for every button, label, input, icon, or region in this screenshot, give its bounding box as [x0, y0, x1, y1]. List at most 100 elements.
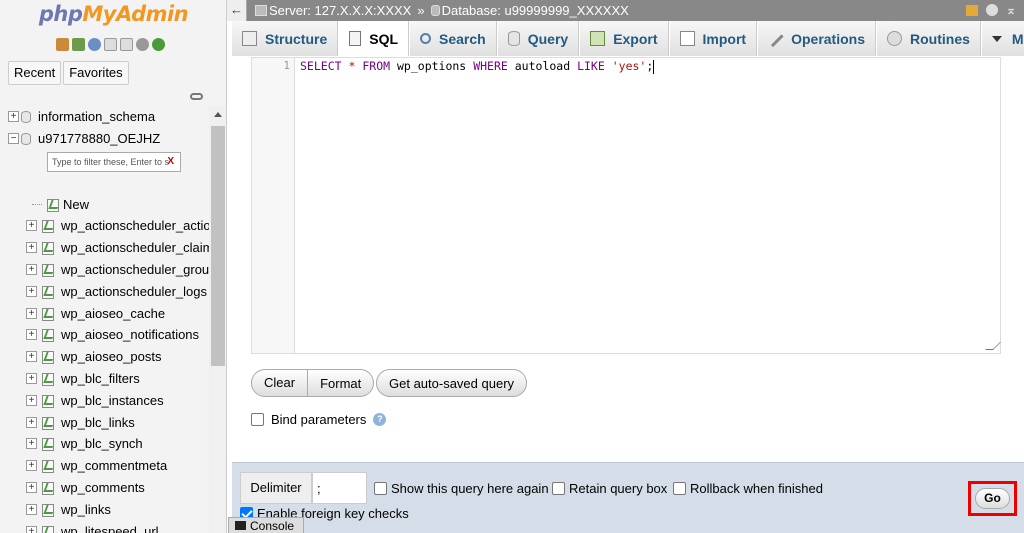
server-icon	[255, 5, 267, 16]
phpmyadmin-logo[interactable]: phpMyAdmin	[0, 2, 226, 26]
table-filter-input[interactable]: Type to filter these, Enter to s X	[47, 152, 181, 172]
console-toggle[interactable]: Console	[228, 517, 304, 533]
structure-icon	[242, 31, 257, 46]
tab-import[interactable]: Import	[668, 21, 758, 56]
link-with-main-icon[interactable]	[190, 93, 203, 100]
expand-icon[interactable]: +	[26, 307, 37, 319]
tab-export[interactable]: Export	[579, 21, 669, 56]
table-list-item[interactable]: + wp_aioseo_posts	[0, 346, 209, 368]
tab-routines[interactable]: Routines	[876, 21, 981, 56]
table-list-item[interactable]: + wp_actionscheduler_groups	[0, 259, 209, 281]
table-icon	[41, 328, 54, 343]
expand-icon[interactable]: +	[26, 481, 37, 493]
logout-icon[interactable]	[72, 38, 85, 51]
expand-icon[interactable]: +	[26, 438, 37, 450]
tree-db-row[interactable]: − u971778880_OEJHZ	[0, 128, 209, 150]
table-list-item[interactable]: + wp_links	[0, 498, 209, 520]
scroll-up-icon[interactable]	[214, 112, 222, 117]
database-icon	[21, 110, 31, 123]
table-list-item[interactable]: + wp_actionscheduler_logs	[0, 280, 209, 302]
tab-more[interactable]: More	[980, 21, 1024, 56]
tree-new-row[interactable]: New	[0, 193, 209, 215]
table-icon	[41, 394, 54, 408]
resize-handle-icon[interactable]	[985, 342, 1001, 350]
get-auto-saved-query-button[interactable]: Get auto-saved query	[376, 369, 528, 397]
collapse-up-icon[interactable]: ⌅	[1006, 3, 1016, 17]
table-icon	[41, 525, 54, 533]
help-icon[interactable]	[88, 38, 101, 51]
retain-box-option[interactable]: Retain query box	[552, 481, 667, 496]
expand-icon[interactable]: +	[26, 460, 37, 472]
expand-icon[interactable]: +	[26, 285, 37, 297]
tab-operations[interactable]: Operations	[757, 21, 876, 56]
sql-query-editor[interactable]: 1 SELECT * FROM wp_options WHERE autoloa…	[251, 57, 1001, 354]
tab-structure[interactable]: Structure	[231, 21, 339, 56]
expand-icon[interactable]: +	[26, 329, 37, 341]
show-query-option[interactable]: Show this query here again	[374, 481, 549, 496]
tab-query[interactable]: Query	[496, 21, 580, 56]
settings-gear-icon[interactable]	[985, 4, 998, 16]
collapse-icon[interactable]: −	[8, 133, 19, 145]
table-list-item[interactable]: + wp_blc_synch	[0, 433, 209, 455]
favorites-tab[interactable]: Favorites	[63, 61, 129, 85]
nav-scrollbar[interactable]	[209, 106, 226, 533]
bind-parameters-checkbox[interactable]	[251, 413, 264, 426]
expand-icon[interactable]: +	[26, 525, 37, 533]
table-icon	[41, 503, 54, 517]
table-list-item[interactable]: + wp_blc_filters	[0, 368, 209, 390]
docs-icon[interactable]	[104, 38, 117, 51]
table-list-item[interactable]: + wp_litespeed_url	[0, 520, 209, 533]
show-query-checkbox[interactable]	[374, 482, 387, 495]
expand-icon[interactable]: +	[26, 242, 37, 254]
routines-icon	[887, 31, 902, 46]
expand-icon[interactable]: +	[26, 503, 37, 515]
bind-parameters-option[interactable]: Bind parameters ?	[251, 412, 387, 427]
clear-format-group: Clear Format	[251, 369, 375, 397]
wrench-icon	[767, 30, 784, 47]
settings-gear-icon[interactable]	[136, 38, 149, 51]
sql-code[interactable]: SELECT * FROM wp_options WHERE autoload …	[300, 59, 655, 74]
delimiter-input[interactable]: ;	[312, 472, 367, 504]
table-list-item[interactable]: + wp_aioseo_notifications	[0, 324, 209, 346]
expand-icon[interactable]: +	[26, 263, 37, 275]
expand-icon[interactable]: +	[26, 372, 37, 384]
server-breadcrumb[interactable]: Server: 127.X.X.X:XXXX	[255, 3, 411, 18]
expand-icon[interactable]: +	[26, 351, 37, 363]
retain-box-checkbox[interactable]	[552, 482, 565, 495]
go-button[interactable]: Go	[975, 488, 1010, 509]
help-icon[interactable]: ?	[373, 413, 387, 426]
new-table-label[interactable]: New	[63, 197, 89, 212]
back-arrow-icon[interactable]: ←	[227, 0, 247, 21]
table-list-item[interactable]: + wp_aioseo_cache	[0, 302, 209, 324]
expand-icon[interactable]: +	[26, 416, 37, 428]
expand-icon[interactable]: +	[8, 111, 19, 123]
scrollbar-thumb[interactable]	[211, 126, 225, 366]
tab-bar: Structure SQL Search Query Export Import…	[231, 21, 1024, 56]
database-icon	[21, 132, 31, 145]
tab-search[interactable]: Search	[409, 21, 497, 56]
table-list-item[interactable]: + wp_comments	[0, 477, 209, 499]
expand-icon[interactable]: +	[26, 394, 37, 406]
search-icon	[420, 33, 432, 44]
table-list-item[interactable]: + wp_actionscheduler_actions	[0, 215, 209, 237]
format-button[interactable]: Format	[308, 376, 373, 391]
table-list-item[interactable]: + wp_actionscheduler_claims	[0, 237, 209, 259]
table-icon	[41, 481, 54, 495]
home-icon[interactable]	[56, 38, 69, 51]
recent-tab[interactable]: Recent	[8, 61, 62, 85]
table-list-item[interactable]: + wp_commentmeta	[0, 455, 209, 477]
copy-icon[interactable]	[120, 38, 133, 51]
clear-filter-icon[interactable]: X	[167, 156, 174, 167]
table-list-item[interactable]: + wp_blc_instances	[0, 389, 209, 411]
table-list-item[interactable]: + wp_blc_links	[0, 411, 209, 433]
tree-db-row[interactable]: + information_schema	[0, 106, 209, 128]
rollback-checkbox[interactable]	[673, 482, 686, 495]
import-icon	[679, 31, 695, 46]
lock-icon[interactable]	[965, 5, 978, 16]
expand-icon[interactable]: +	[26, 220, 37, 232]
clear-button[interactable]: Clear	[252, 370, 309, 396]
reload-icon[interactable]	[152, 38, 165, 51]
database-breadcrumb[interactable]: Database: u99999999_XXXXXX	[430, 3, 629, 18]
tab-sql[interactable]: SQL	[338, 21, 410, 56]
rollback-option[interactable]: Rollback when finished	[673, 481, 823, 496]
